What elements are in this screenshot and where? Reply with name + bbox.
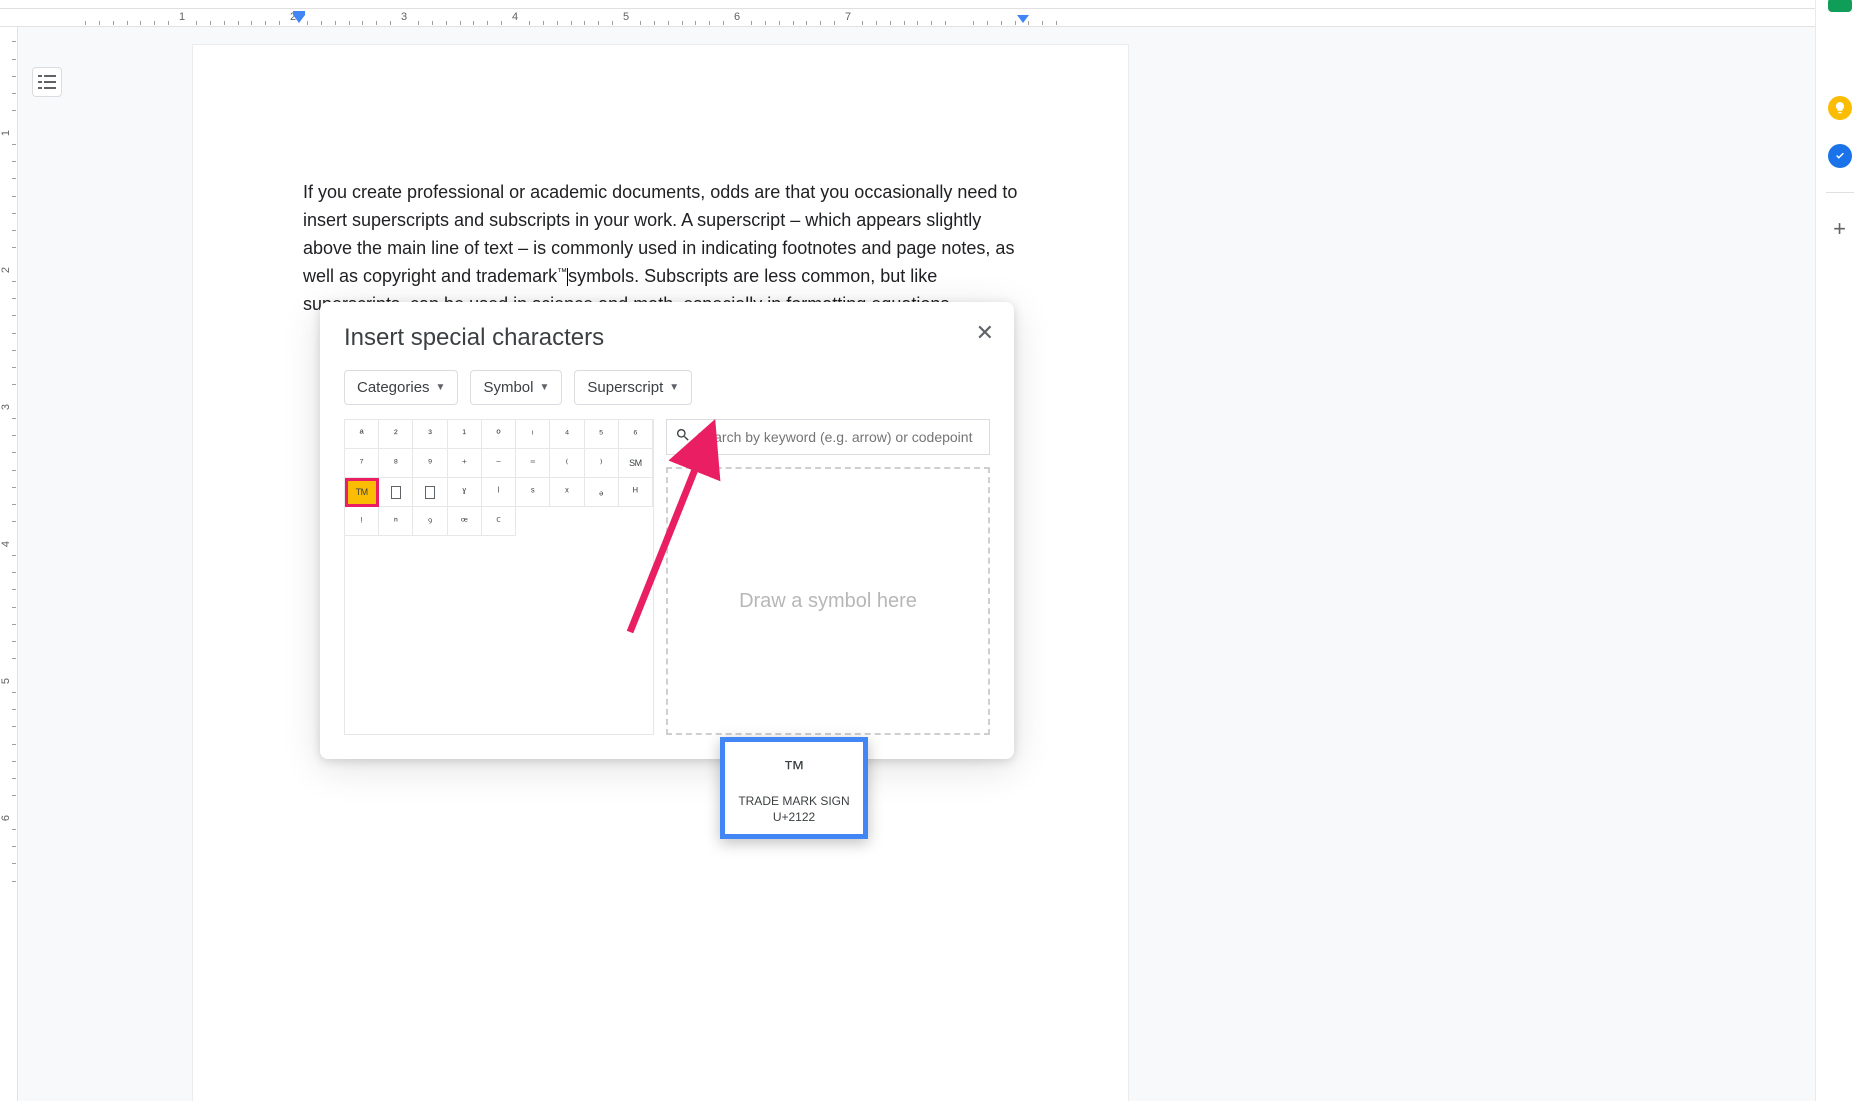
search-icon <box>675 427 691 448</box>
character-cell[interactable]: ⁾ <box>585 449 619 478</box>
character-cell[interactable]: ª <box>345 420 379 449</box>
character-cell <box>550 507 584 536</box>
draw-symbol-area[interactable]: Draw a symbol here <box>666 467 990 735</box>
insert-special-characters-dialog: Insert special characters ✕ Categories ▼… <box>320 302 1014 759</box>
character-cell[interactable]: ³ <box>413 420 447 449</box>
character-cell <box>516 507 550 536</box>
character-cell[interactable]: ⁷ <box>345 449 379 478</box>
character-cell[interactable]: ² <box>379 420 413 449</box>
keep-icon[interactable] <box>1828 96 1852 120</box>
ruler-number: 6 <box>734 11 740 23</box>
character-cell[interactable]: ⁵ <box>585 420 619 449</box>
character-cell <box>585 507 619 536</box>
ruler-number: 3 <box>0 404 12 410</box>
character-cell[interactable]: ᴴ <box>619 478 653 507</box>
chevron-down-icon: ▼ <box>669 382 679 393</box>
ruler-number: 1 <box>0 130 12 136</box>
dialog-title: Insert special characters <box>344 324 990 352</box>
character-search-input[interactable] <box>697 429 981 445</box>
character-cell[interactable] <box>413 478 447 507</box>
character-cell[interactable]: ˢ <box>516 478 550 507</box>
character-cell[interactable]: ¹ <box>448 420 482 449</box>
character-cell[interactable]: ₔ <box>585 478 619 507</box>
character-cell[interactable]: ⁴ <box>550 420 584 449</box>
horizontal-ruler: 1234567 <box>0 9 1815 27</box>
symbol-dropdown[interactable]: Symbol ▼ <box>470 370 562 405</box>
character-cell[interactable]: SM <box>619 449 653 478</box>
ruler-number: 4 <box>0 541 12 547</box>
categories-dropdown[interactable]: Categories ▼ <box>344 370 458 405</box>
character-grid: ª²³¹ºⁱ⁴⁵⁶ ⁷⁸⁹⁺⁻⁼⁽⁾SM TM ˠˡˢˣₔᴴ ᵎⁿꝰꟹꟲ <box>344 419 654 735</box>
ruler-number: 5 <box>0 678 12 684</box>
dropdown-label: Symbol <box>483 379 533 396</box>
right-indent-marker[interactable] <box>1016 11 1030 25</box>
close-button[interactable]: ✕ <box>976 322 994 344</box>
ruler-number: 7 <box>845 11 851 23</box>
character-cell[interactable]: ⁶ <box>619 420 653 449</box>
tooltip-codepoint: U+2122 <box>733 810 855 824</box>
document-canvas: If you create professional or academic d… <box>18 27 1815 1101</box>
ruler-number: 6 <box>0 815 12 821</box>
add-addon-button[interactable]: + <box>1828 217 1852 241</box>
character-cell[interactable]: º <box>482 420 516 449</box>
character-cell[interactable]: TM <box>345 478 379 507</box>
ruler-number: 1 <box>179 11 185 23</box>
document-outline-button[interactable] <box>32 67 62 97</box>
ruler-number: 2 <box>0 267 12 273</box>
character-cell <box>619 507 653 536</box>
tm-superscript: ™ <box>557 267 567 278</box>
sheets-icon[interactable] <box>1828 0 1852 12</box>
superscript-dropdown[interactable]: Superscript ▼ <box>574 370 692 405</box>
chevron-down-icon: ▼ <box>539 382 549 393</box>
vertical-ruler: 1 2 3 4 5 6 <box>0 27 18 1101</box>
tooltip-name: TRADE MARK SIGN <box>733 794 855 808</box>
character-cell[interactable] <box>379 478 413 507</box>
character-search-box[interactable] <box>666 419 990 455</box>
document-body-text[interactable]: If you create professional or academic d… <box>303 179 1023 318</box>
dropdown-label: Superscript <box>587 379 663 396</box>
character-cell[interactable]: ˠ <box>448 478 482 507</box>
character-tooltip: ™ TRADE MARK SIGN U+2122 <box>720 737 868 839</box>
character-cell[interactable]: ˡ <box>482 478 516 507</box>
character-cell[interactable]: ⁼ <box>516 449 550 478</box>
toolbar-strip <box>0 0 1863 9</box>
character-cell[interactable]: ⁹ <box>413 449 447 478</box>
character-cell[interactable]: ⁽ <box>550 449 584 478</box>
tooltip-glyph: ™ <box>733 756 855 782</box>
side-panel: + <box>1815 0 1863 1101</box>
left-indent-marker[interactable] <box>292 11 306 25</box>
ruler-number: 3 <box>401 11 407 23</box>
dropdown-label: Categories <box>357 379 430 396</box>
side-panel-divider <box>1826 192 1854 193</box>
ruler-number: 4 <box>512 11 518 23</box>
character-cell[interactable]: ˣ <box>550 478 584 507</box>
character-cell[interactable]: ⁻ <box>482 449 516 478</box>
character-cell[interactable]: ꟹ <box>448 507 482 536</box>
draw-placeholder-text: Draw a symbol here <box>739 590 917 613</box>
character-cell[interactable]: ⁺ <box>448 449 482 478</box>
character-cell[interactable]: ꝰ <box>413 507 447 536</box>
close-icon: ✕ <box>976 320 994 345</box>
character-cell[interactable]: ⁿ <box>379 507 413 536</box>
character-cell[interactable]: ⁸ <box>379 449 413 478</box>
character-cell[interactable]: ⁱ <box>516 420 550 449</box>
character-cell[interactable]: ᵎ <box>345 507 379 536</box>
tasks-icon[interactable] <box>1828 144 1852 168</box>
document-page[interactable]: If you create professional or academic d… <box>193 45 1128 1101</box>
character-cell[interactable]: ꟲ <box>482 507 516 536</box>
chevron-down-icon: ▼ <box>436 382 446 393</box>
ruler-number: 5 <box>623 11 629 23</box>
